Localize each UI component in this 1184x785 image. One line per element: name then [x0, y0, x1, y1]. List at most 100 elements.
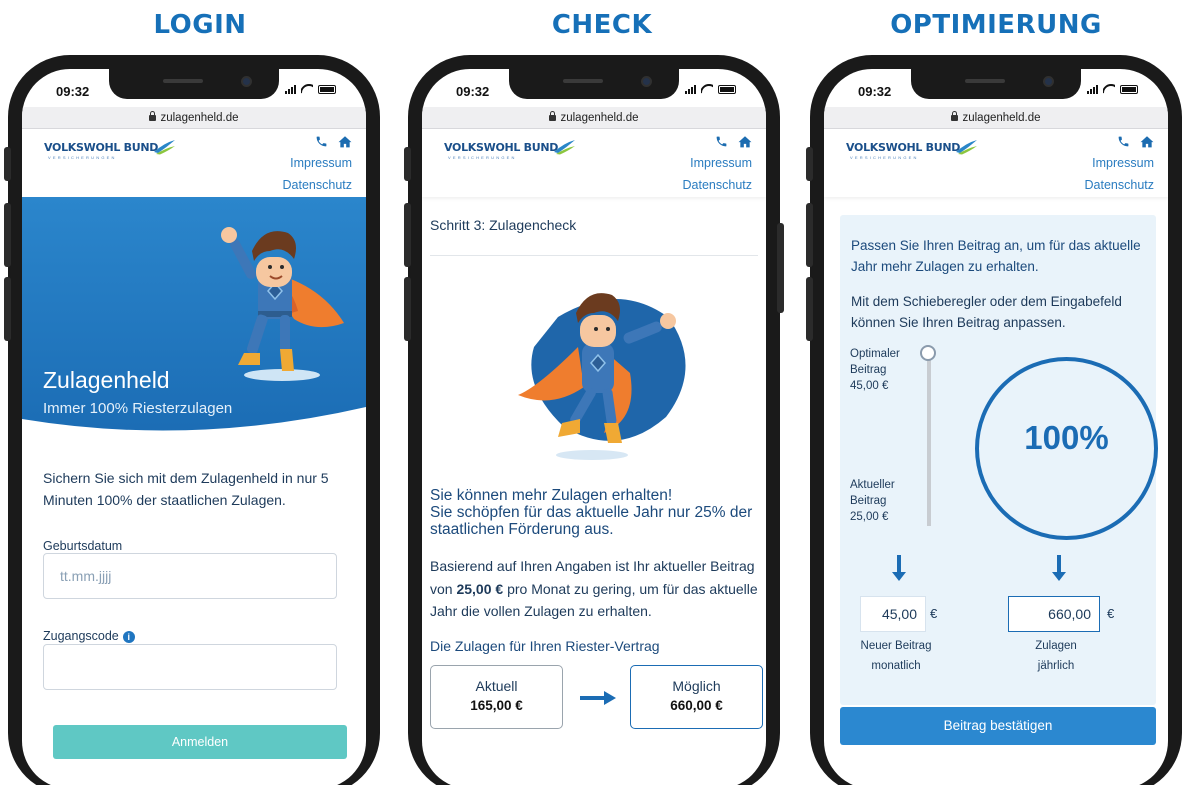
optimal-contribution-label: Optimaler Beitrag 45,00 €: [850, 346, 900, 394]
contribution-currency: €: [930, 606, 938, 621]
phone-check: 09:32 zulagenheld.de VOLKSWOHL BUND VERS…: [404, 55, 784, 785]
optimize-instruction: Mit dem Schieberegler oder dem Eingabefe…: [851, 294, 1122, 330]
system-icons: [685, 84, 736, 94]
phone-icon[interactable]: [1117, 135, 1130, 148]
datenschutz-link[interactable]: Datenschutz: [1085, 178, 1154, 192]
volume-down-button: [806, 277, 813, 341]
lock-icon: [951, 111, 959, 121]
impressum-link[interactable]: Impressum: [290, 156, 352, 170]
divider: [430, 255, 758, 256]
volkswohl-bund-logo[interactable]: VOLKSWOHL BUND VERSICHERUNGEN: [444, 140, 575, 160]
allowance-caption: Zulagen jährlich: [1010, 636, 1102, 676]
logo-subtext: VERSICHERUNGEN: [448, 155, 517, 160]
notch: [911, 69, 1081, 99]
status-bar: 09:32: [824, 69, 1168, 107]
allowance-input[interactable]: 660,00: [1008, 596, 1100, 632]
section-title-login: LOGIN: [153, 10, 247, 40]
datenschutz-link[interactable]: Datenschutz: [283, 178, 352, 192]
login-intro-text: Sichern Sie sich mit dem Zulagenheld in …: [43, 470, 329, 508]
home-icon[interactable]: [338, 135, 352, 148]
impressum-link[interactable]: Impressum: [690, 156, 752, 170]
mute-switch: [806, 147, 813, 181]
info-icon[interactable]: i: [122, 631, 135, 643]
new-label-1: Neuer Beitrag: [860, 640, 932, 652]
percent-value: 100%: [1024, 419, 1109, 456]
status-time: 09:32: [858, 84, 892, 99]
wifi-icon: [301, 84, 313, 94]
phone-login: 09:32 zulagenheld.de VOLKSWOHL BUND VERS…: [4, 55, 380, 785]
site-header: VOLKSWOHL BUND VERSICHERUNGEN Impressum …: [824, 129, 1168, 197]
access-code-field[interactable]: [43, 644, 337, 690]
notch: [109, 69, 279, 99]
result-heading-line1: Sie können mehr Zulagen erhalten!: [430, 487, 673, 504]
superhero-illustration: [221, 227, 344, 381]
contribution-slider-track[interactable]: [927, 350, 931, 526]
site-header: VOLKSWOHL BUND VERSICHERUNGEN Impressum …: [22, 129, 366, 197]
home-icon[interactable]: [1140, 135, 1154, 148]
allow-label-2: jährlich: [1037, 660, 1075, 672]
logo-subtext: VERSICHERUNGEN: [850, 155, 919, 160]
datenschutz-link[interactable]: Datenschutz: [683, 178, 752, 192]
new-label-2: monatlich: [871, 660, 921, 672]
screen-login: 09:32 zulagenheld.de VOLKSWOHL BUND VERS…: [22, 69, 366, 785]
signal-icon: [285, 84, 296, 94]
status-time: 09:32: [456, 84, 490, 99]
arrow-right-icon: [580, 691, 616, 705]
mute-switch: [4, 147, 11, 181]
logo-swoosh-icon: [956, 140, 977, 155]
logo-swoosh-icon: [554, 140, 575, 155]
current-label-2: Beitrag: [850, 495, 887, 507]
volume-up-button: [806, 203, 813, 267]
volkswohl-bund-logo[interactable]: VOLKSWOHL BUND VERSICHERUNGEN: [846, 140, 977, 160]
address-bar[interactable]: zulagenheld.de: [824, 107, 1168, 129]
allowance-subheading: Die Zulagen für Ihren Riester-Vertrag: [430, 638, 660, 654]
system-icons: [285, 84, 336, 94]
volume-up-button: [404, 203, 411, 267]
optimal-label-2: Beitrag: [850, 364, 887, 376]
hero-title: Zulagenheld: [43, 367, 170, 393]
volume-up-button: [4, 203, 11, 267]
allowance-value: 660,00: [1048, 606, 1091, 622]
volume-down-button: [4, 277, 11, 341]
check-body-text: Basierend auf Ihren Angaben ist Ihr aktu…: [430, 555, 760, 623]
optimize-heading: Passen Sie Ihren Beitrag an, um für das …: [851, 238, 1141, 274]
logo-text: VOLKSWOHL BUND: [444, 141, 559, 154]
dob-placeholder: tt.mm.jjjj: [60, 568, 112, 584]
home-icon[interactable]: [738, 135, 752, 148]
screen-check: 09:32 zulagenheld.de VOLKSWOHL BUND VERS…: [422, 69, 766, 785]
site-header: VOLKSWOHL BUND VERSICHERUNGEN Impressum …: [422, 129, 766, 197]
current-label-1: Aktueller: [850, 479, 895, 491]
address-bar[interactable]: zulagenheld.de: [22, 107, 366, 129]
volkswohl-bund-logo[interactable]: VOLKSWOHL BUND VERSICHERUNGEN: [44, 140, 175, 160]
url-text: zulagenheld.de: [962, 112, 1041, 124]
arrow-down-icon: [892, 555, 906, 581]
confirm-contribution-button[interactable]: Beitrag bestätigen: [840, 707, 1156, 745]
result-heading: Sie können mehr Zulagen erhalten! Sie sch…: [430, 487, 760, 538]
flying-hero-illustration: [518, 293, 686, 460]
wifi-icon: [1103, 84, 1115, 94]
battery-icon: [718, 84, 736, 94]
section-title-check: CHECK: [551, 10, 653, 40]
new-contribution-input[interactable]: 45,00: [860, 596, 926, 632]
current-contribution-label: Aktueller Beitrag 25,00 €: [850, 477, 895, 525]
code-label: Zugangscode i: [43, 629, 135, 643]
phone-icon[interactable]: [315, 135, 328, 148]
power-button: [777, 223, 784, 313]
new-contribution-value: 45,00: [881, 606, 917, 622]
signal-icon: [685, 84, 696, 94]
possible-allowance-card: Möglich 660,00 €: [630, 665, 763, 729]
status-time: 09:32: [56, 84, 90, 99]
optimal-value: 45,00 €: [850, 380, 889, 392]
address-bar[interactable]: zulagenheld.de: [422, 107, 766, 129]
dob-label: Geburtsdatum: [43, 539, 123, 553]
phone-icon[interactable]: [715, 135, 728, 148]
dob-field[interactable]: tt.mm.jjjj: [43, 553, 337, 599]
contribution-slider-handle[interactable]: [920, 345, 936, 361]
wifi-icon: [701, 84, 713, 94]
mute-switch: [404, 147, 411, 181]
impressum-link[interactable]: Impressum: [1092, 156, 1154, 170]
login-button[interactable]: Anmelden: [53, 725, 347, 759]
status-bar: 09:32: [22, 69, 366, 107]
percent-gauge: 100%: [975, 357, 1158, 540]
new-contribution-caption: Neuer Beitrag monatlich: [852, 636, 940, 676]
